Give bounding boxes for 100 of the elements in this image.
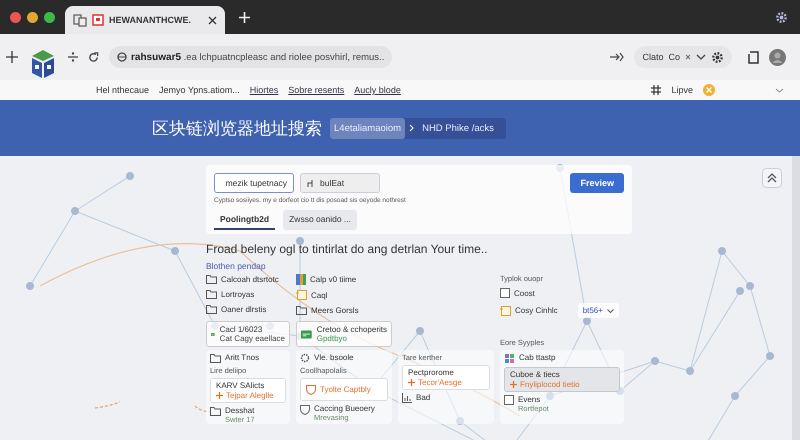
settings-icon[interactable] (775, 11, 788, 24)
nav-link[interactable]: Sobre resents (288, 85, 344, 95)
network-node (456, 417, 464, 425)
network-node (71, 207, 79, 215)
chevron-down-icon[interactable] (775, 88, 784, 92)
info-card[interactable]: Cacl 1/6023 Cat Cagy eaellace (206, 321, 290, 348)
card-subtitle: Gpdtbyo (316, 334, 348, 344)
network-node (126, 172, 134, 180)
network-node (746, 282, 754, 290)
settings-icon[interactable] (711, 50, 724, 64)
task-card[interactable]: Pectprorome Tecor'Aesge (402, 365, 490, 390)
option-label[interactable]: Coost (514, 288, 535, 298)
new-tab-icon[interactable] (239, 12, 250, 22)
connector-line (94, 401, 120, 409)
list-item[interactable]: Caccing Bueoery (314, 404, 375, 414)
move-icon[interactable] (6, 51, 18, 63)
list-item[interactable]: Desshat (225, 406, 255, 416)
folder-icon (206, 289, 217, 299)
folder-icon (296, 305, 307, 315)
list-item[interactable]: Cab ttastp (519, 353, 556, 363)
note-icon (296, 290, 307, 300)
preview-button[interactable]: Freview (570, 173, 624, 193)
chart-icon (402, 393, 412, 404)
search-field[interactable]: bulEat (300, 173, 380, 193)
maximize-window-button[interactable] (44, 12, 55, 22)
chip-label: Clato (642, 52, 664, 62)
section-link[interactable]: Blothen pendap (206, 261, 632, 271)
chevron-down-icon[interactable] (696, 54, 706, 60)
card-note: Tejpar Aleglle (226, 391, 274, 400)
nav-link[interactable]: Hel nthecaue (96, 85, 150, 95)
list-item[interactable]: Lortroyas (221, 290, 254, 298)
list-item[interactable]: Meers Gorsls (311, 306, 359, 314)
network-node (736, 287, 744, 295)
card-icon (301, 330, 312, 339)
chevron-right-icon (409, 124, 414, 132)
close-icon[interactable] (208, 16, 217, 24)
checkbox[interactable] (504, 395, 514, 406)
list-item[interactable]: Vle. bsoole (314, 353, 354, 363)
network-node (416, 327, 424, 335)
network-node (26, 282, 34, 290)
note-icon (500, 306, 511, 316)
close-window-button[interactable] (10, 12, 21, 22)
profile-chip[interactable]: Clato Co (634, 46, 732, 68)
network-node (583, 317, 591, 325)
list-item[interactable]: Bad (416, 393, 430, 403)
list-item[interactable]: Caql (311, 290, 328, 300)
network-node (651, 357, 659, 365)
network-node (731, 392, 739, 400)
nav-link[interactable]: Aucly blode (354, 85, 401, 95)
shield-icon (306, 384, 316, 396)
list-item[interactable]: Calcoah dtsrtotc (221, 274, 279, 284)
avatar-icon[interactable] (769, 48, 786, 66)
section-heading: Froad beleny ogl to tintirlat do ang detrlan Your time.. (206, 242, 489, 256)
hashtag-icon[interactable] (651, 85, 662, 95)
info-card[interactable]: Cretoo & cchoperits Gpdtbyo (296, 321, 392, 348)
network-node (296, 237, 304, 245)
checkbox[interactable] (500, 288, 510, 298)
nav-link[interactable]: Jemyo Ypns.atiom... (159, 85, 240, 95)
page-title: 区块链浏览器地址搜索 (152, 118, 322, 140)
minimize-window-button[interactable] (27, 12, 38, 22)
back-icon[interactable] (68, 52, 78, 62)
favicon-icon (92, 14, 104, 26)
field-value: mezik tupetnacy (226, 178, 287, 188)
plus-icon (216, 392, 223, 400)
live-label: Lipve (671, 85, 693, 95)
sign-in-icon[interactable] (610, 52, 624, 62)
option-label[interactable]: Cosy Cinhlc (515, 306, 558, 315)
book-icon (296, 274, 306, 285)
connector-line (194, 406, 210, 413)
close-icon[interactable] (685, 54, 691, 60)
scrollbar[interactable] (792, 156, 800, 440)
task-card[interactable]: Cuboe & tiecs Fnyliplocod tietio (504, 367, 620, 392)
tab[interactable]: Poolingtb2d (214, 210, 276, 230)
card-title: KARV SAlicts (216, 381, 266, 390)
search-field[interactable]: mezik tupetnacy (214, 173, 294, 193)
network-node (718, 247, 726, 255)
tab[interactable]: Zwsso oanido ... (283, 210, 357, 230)
task-card[interactable]: KARV SAlicts Tejpar Aleglle (210, 378, 286, 404)
card-title: Pectprorome (408, 368, 455, 378)
reload-icon[interactable] (88, 52, 99, 62)
folder-icon (206, 304, 217, 314)
network-node (546, 392, 554, 400)
tablet-icon[interactable] (748, 50, 759, 64)
list-item[interactable]: Calp v0 tiime (310, 275, 356, 284)
site-info-icon (117, 52, 127, 62)
card-note: Fnyliplocod tietio (520, 380, 580, 390)
address-bar[interactable]: rahsuwar5 .ea lchpuatncpleasc and riolee posvhirl, remus.. (109, 46, 392, 68)
breadcrumb-item[interactable]: NHD Phike /acks (418, 118, 498, 138)
folder-icon (206, 274, 217, 284)
card-title: Tyolte Captbly (320, 385, 371, 394)
dropdown[interactable]: bt56+ (578, 303, 619, 318)
list-item[interactable]: Evens (518, 395, 549, 405)
list-item[interactable]: Oaner dlrstis (221, 304, 266, 314)
browser-tab[interactable]: HEWANANTHCWE. (65, 6, 225, 34)
chevron-up-icon[interactable] (762, 168, 782, 188)
field-value: bulEat (320, 178, 344, 188)
list-item[interactable]: Aritt Tnos (225, 353, 260, 363)
folder-icon (210, 406, 221, 416)
tab-group-icon (73, 14, 87, 26)
nav-link[interactable]: Hiortes (250, 85, 278, 95)
